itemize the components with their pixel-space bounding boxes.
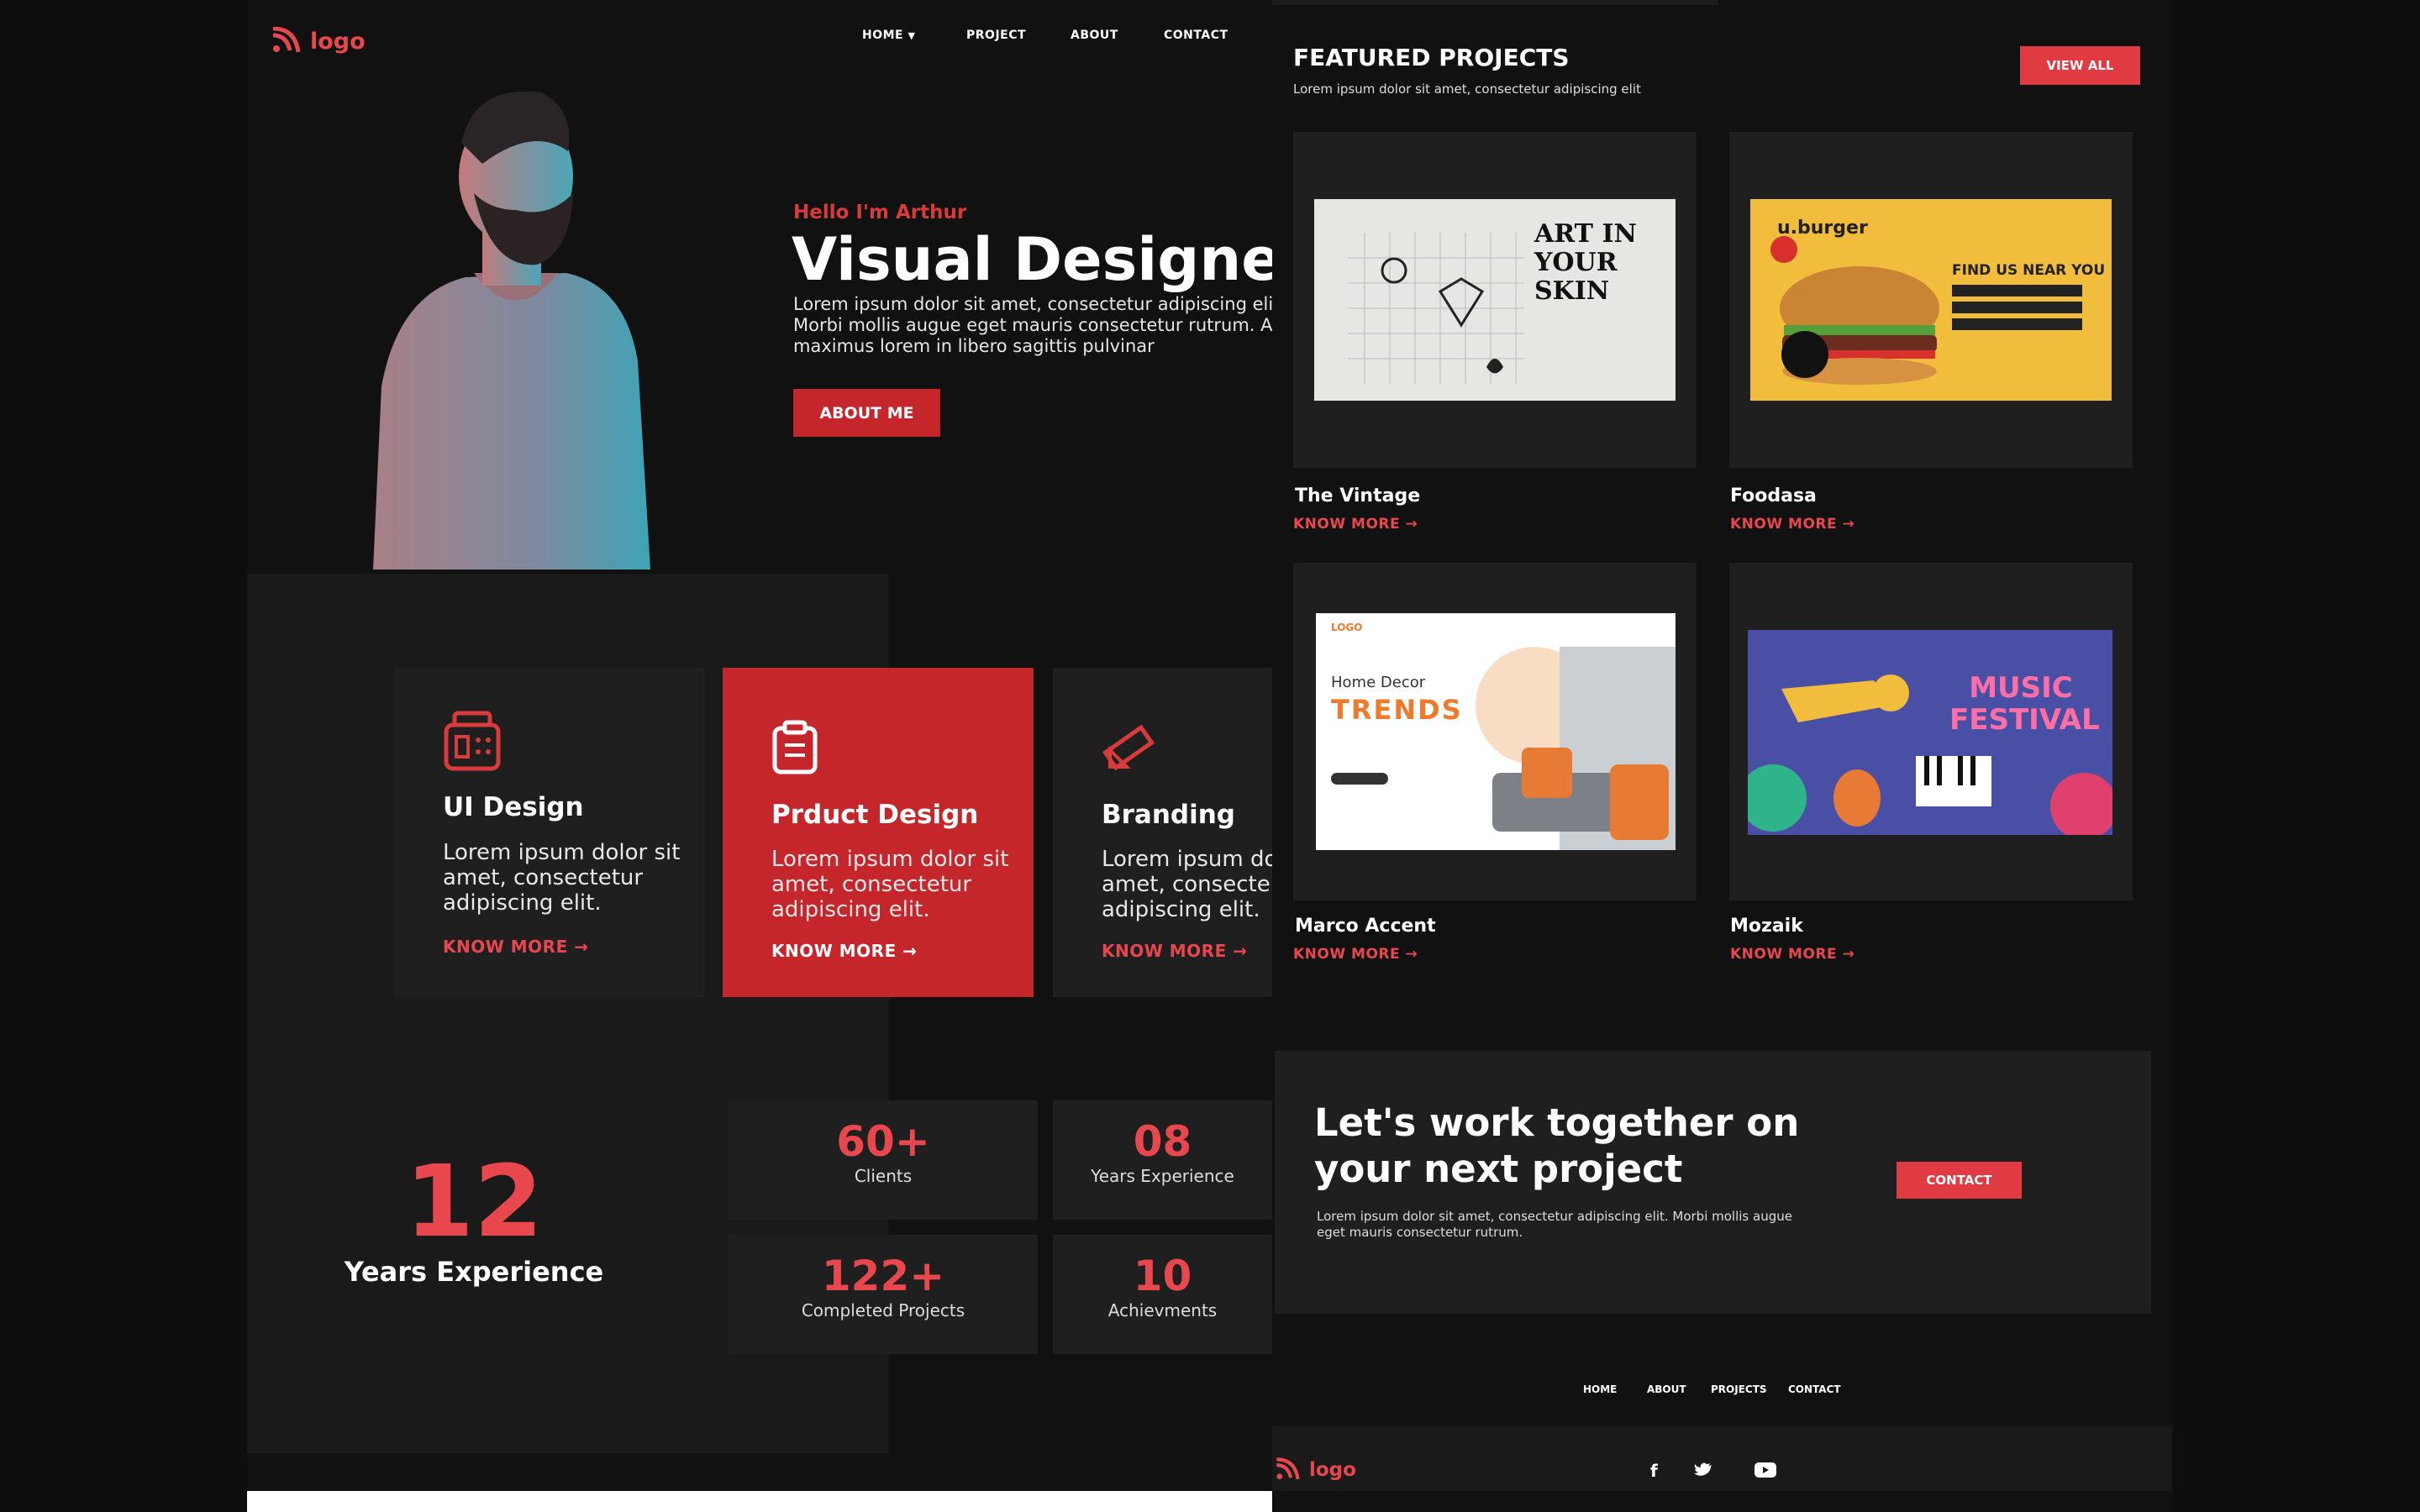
service-card-product-design[interactable]: Prduct Design Lorem ipsum dolor sit amet,…	[723, 668, 1034, 997]
stat-clients: 60+ Clients	[729, 1100, 1038, 1220]
hero-description: Lorem ipsum dolor sit amet, consectetur …	[793, 294, 1286, 356]
logo-icon	[272, 27, 301, 53]
twitter-icon[interactable]	[1694, 1462, 1712, 1478]
sofa-image	[1476, 647, 1676, 850]
marco-small-title: Home Decor	[1331, 674, 1426, 691]
arrow-right-icon: →	[1405, 946, 1418, 963]
foodasa-field-1	[1952, 285, 2082, 297]
top-divider	[1272, 0, 1718, 5]
chevron-down-icon: ▼	[908, 30, 916, 41]
know-more-link[interactable]: KNOW MORE →	[1102, 941, 1247, 961]
contact-button[interactable]: CONTACT	[1897, 1162, 2022, 1199]
footer-nav-projects[interactable]: PROJECTS	[1711, 1383, 1767, 1395]
cta-description: Lorem ipsum dolor sit amet, consectetur …	[1317, 1209, 1792, 1240]
know-more-link[interactable]: KNOW MORE →	[1293, 516, 1418, 533]
experience-number: 12	[404, 1143, 544, 1259]
foodasa-headline: FIND US NEAR YOU	[1952, 262, 2106, 279]
project-thumbnail-foodasa: u.burger FIND US NEAR YOU	[1750, 199, 2112, 401]
project-thumbnail-marco-accent: LOGO Home Decor TRENDS	[1316, 613, 1676, 850]
arrow-right-icon: →	[574, 937, 589, 957]
youtube-icon[interactable]	[1754, 1462, 1776, 1478]
footer-nav-home[interactable]: HOME	[1583, 1383, 1617, 1395]
vintage-thumb-title: ART IN YOUR SKIN	[1534, 219, 1637, 306]
clipboard-icon	[772, 720, 818, 774]
footer-nav-about[interactable]: ABOUT	[1647, 1383, 1686, 1395]
foodasa-field-3	[1952, 318, 2082, 330]
project-title: Foodasa	[1730, 486, 1817, 507]
marco-big-title: TRENDS	[1331, 694, 1463, 726]
project-thumbnail-mozaik: MUSIC FESTIVAL	[1748, 630, 2112, 835]
mozaik-thumb-title: MUSIC FESTIVAL	[1949, 671, 2100, 737]
arrow-right-icon: →	[1842, 516, 1855, 533]
service-card-branding[interactable]: Branding Lorem ipsum do amet, consecte adi…	[1053, 668, 1272, 997]
service-title: Branding	[1102, 800, 1235, 830]
nav-contact[interactable]: CONTACT	[1164, 29, 1228, 42]
marco-brand: LOGO	[1331, 622, 1363, 633]
service-text: Lorem ipsum dolor sit amet, consectetur ad…	[771, 847, 1009, 922]
arrow-right-icon: →	[902, 941, 918, 961]
arrow-right-icon: →	[1842, 946, 1855, 963]
cta-heading: Let's work together on your next project	[1314, 1100, 1800, 1191]
project-card-foodasa[interactable]: u.burger FIND US NEAR YOU	[1729, 132, 2133, 468]
facebook-icon[interactable]: f	[1650, 1461, 1658, 1481]
portfolio-home-panel: logo HOME ▼ PROJECT ABOUT CONTACT Hello …	[247, 0, 1310, 1512]
burger-image	[1770, 236, 1939, 385]
logo-text: logo	[310, 28, 366, 55]
footer-nav-contact[interactable]: CONTACT	[1788, 1383, 1841, 1395]
stat-projects: 122+ Completed Projects	[729, 1235, 1038, 1354]
featured-projects-heading: FEATURED PROJECTS	[1293, 44, 1570, 71]
hero-title: Visual Designer	[792, 225, 1311, 294]
logo-icon	[1276, 1457, 1300, 1480]
hero-portrait-image	[373, 91, 650, 570]
marco-read-more	[1331, 773, 1388, 785]
stat-achievements: 10 Achievments	[1053, 1235, 1272, 1354]
service-text: Lorem ipsum dolor sit amet, consectetur ad…	[443, 840, 681, 916]
hero-greeting: Hello I'm Arthur	[793, 202, 967, 223]
service-title: Prduct Design	[771, 800, 979, 830]
footer-logo[interactable]: logo	[1274, 1457, 1356, 1483]
project-card-vintage[interactable]: ART IN YOUR SKIN	[1293, 132, 1697, 468]
nav-home[interactable]: HOME ▼	[862, 29, 915, 42]
featured-projects-subheading: Lorem ipsum dolor sit amet, consectetur …	[1293, 81, 1641, 97]
project-title: Mozaik	[1730, 916, 1803, 937]
cta-section: Let's work together on your next project…	[1275, 1051, 2151, 1314]
ui-design-icon	[444, 711, 501, 771]
know-more-link[interactable]: KNOW MORE →	[1730, 946, 1854, 963]
nav-project[interactable]: PROJECT	[966, 29, 1026, 42]
know-more-link[interactable]: KNOW MORE →	[1293, 946, 1418, 963]
header-logo[interactable]: logo	[270, 27, 366, 55]
nav-about[interactable]: ABOUT	[1071, 29, 1118, 42]
footer-bar: logo f	[1272, 1425, 2172, 1491]
stat-years: 08 Years Experience	[1053, 1100, 1272, 1220]
project-card-marco-accent[interactable]: LOGO Home Decor TRENDS	[1293, 563, 1697, 900]
logo-text: logo	[1309, 1459, 1356, 1481]
know-more-link[interactable]: KNOW MORE →	[1730, 516, 1854, 533]
service-title: UI Design	[443, 792, 584, 822]
ruler-pencil-icon	[1102, 724, 1155, 771]
arrow-right-icon: →	[1405, 516, 1418, 533]
service-card-ui-design[interactable]: UI Design Lorem ipsum dolor sit amet, con…	[394, 668, 705, 997]
service-text: Lorem ipsum do amet, consecte adipiscing e…	[1102, 847, 1272, 922]
project-thumbnail-vintage: ART IN YOUR SKIN	[1314, 199, 1676, 401]
experience-label: Years Experience	[344, 1256, 604, 1288]
project-card-mozaik[interactable]: MUSIC FESTIVAL	[1729, 563, 2133, 900]
project-title: Marco Accent	[1295, 916, 1436, 937]
foodasa-field-2	[1952, 302, 2082, 313]
view-all-button[interactable]: VIEW ALL	[2020, 46, 2140, 85]
projects-panel: FEATURED PROJECTS Lorem ipsum dolor sit …	[1272, 0, 2172, 1512]
know-more-link[interactable]: KNOW MORE →	[443, 937, 588, 957]
about-me-button[interactable]: ABOUT ME	[793, 389, 940, 437]
project-title: The Vintage	[1295, 486, 1421, 507]
arrow-right-icon: →	[1233, 941, 1248, 961]
page-bottom-strip	[247, 1491, 1272, 1512]
know-more-link[interactable]: KNOW MORE →	[771, 941, 917, 961]
